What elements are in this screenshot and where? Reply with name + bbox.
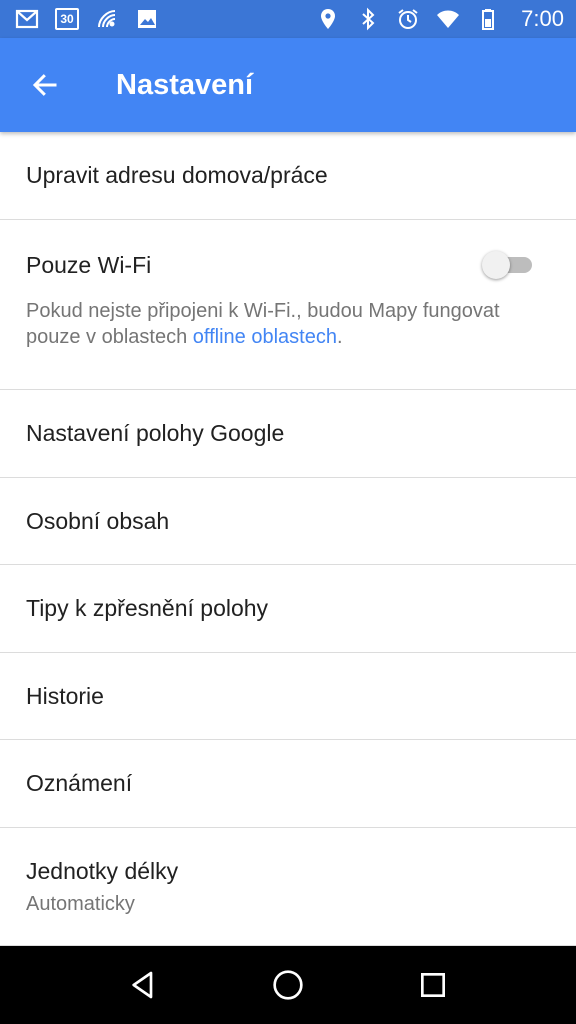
wifi-call-icon bbox=[94, 7, 120, 31]
setting-wifi-only[interactable]: Pouze Wi-Fi Pokud nejste připojeni k Wi-… bbox=[0, 220, 576, 390]
wifi-only-description: Pokud nejste připojeni k Wi-Fi., budou M… bbox=[26, 298, 554, 350]
battery-icon bbox=[475, 7, 501, 31]
bluetooth-icon bbox=[355, 7, 381, 31]
arrow-left-icon bbox=[32, 74, 57, 96]
back-triangle-icon bbox=[131, 971, 152, 999]
setting-label: Nastavení polohy Google bbox=[26, 420, 285, 446]
setting-personal-content[interactable]: Osobní obsah bbox=[0, 478, 576, 565]
setting-label: Osobní obsah bbox=[26, 507, 170, 534]
alarm-icon bbox=[395, 7, 421, 31]
wifi-only-toggle[interactable] bbox=[482, 250, 532, 280]
setting-history[interactable]: Historie bbox=[0, 653, 576, 740]
nav-back-button[interactable] bbox=[113, 955, 173, 1015]
setting-units[interactable]: Jednotky délky Automaticky bbox=[0, 828, 576, 946]
setting-google-location[interactable]: Nastavení polohy Google bbox=[0, 390, 576, 478]
setting-edit-address[interactable]: Upravit adresu domova/práce bbox=[0, 132, 576, 220]
location-icon bbox=[315, 7, 341, 31]
recents-square-icon bbox=[421, 973, 446, 997]
calendar-day: 30 bbox=[60, 12, 74, 26]
status-left-icons: 30 bbox=[14, 7, 160, 31]
setting-label: Upravit adresu domova/práce bbox=[26, 162, 328, 188]
toggle-thumb bbox=[482, 251, 510, 279]
setting-label: Tipy k zpřesnění polohy bbox=[26, 595, 269, 621]
setting-location-tips[interactable]: Tipy k zpřesnění polohy bbox=[0, 565, 576, 653]
status-bar: 30 7:00 bbox=[0, 0, 576, 38]
setting-label: Jednotky délky bbox=[26, 857, 179, 884]
nav-bar bbox=[0, 946, 576, 1024]
offline-areas-link[interactable]: offline oblastech bbox=[193, 326, 337, 348]
setting-label: Historie bbox=[26, 682, 104, 709]
nav-recents-button[interactable] bbox=[403, 955, 463, 1015]
setting-notifications[interactable]: Oznámení bbox=[0, 740, 576, 828]
setting-value: Automaticky bbox=[26, 892, 135, 915]
description-suffix: . bbox=[336, 326, 343, 348]
settings-list: Upravit adresu domova/práce Pouze Wi-Fi … bbox=[0, 132, 576, 946]
back-button[interactable] bbox=[0, 38, 90, 132]
setting-label: Oznámení bbox=[26, 770, 133, 796]
setting-label: Pouze Wi-Fi bbox=[26, 252, 152, 278]
status-right-icons: 7:00 bbox=[315, 6, 564, 32]
wifi-icon bbox=[435, 7, 461, 31]
gmail-icon bbox=[14, 7, 40, 31]
app-bar: Nastavení bbox=[0, 38, 576, 132]
clock: 7:00 bbox=[521, 6, 564, 31]
image-icon bbox=[134, 7, 160, 31]
home-circle-icon bbox=[273, 970, 303, 1000]
page-title: Nastavení bbox=[116, 68, 254, 101]
calendar-icon: 30 bbox=[54, 7, 80, 31]
nav-home-button[interactable] bbox=[258, 955, 318, 1015]
